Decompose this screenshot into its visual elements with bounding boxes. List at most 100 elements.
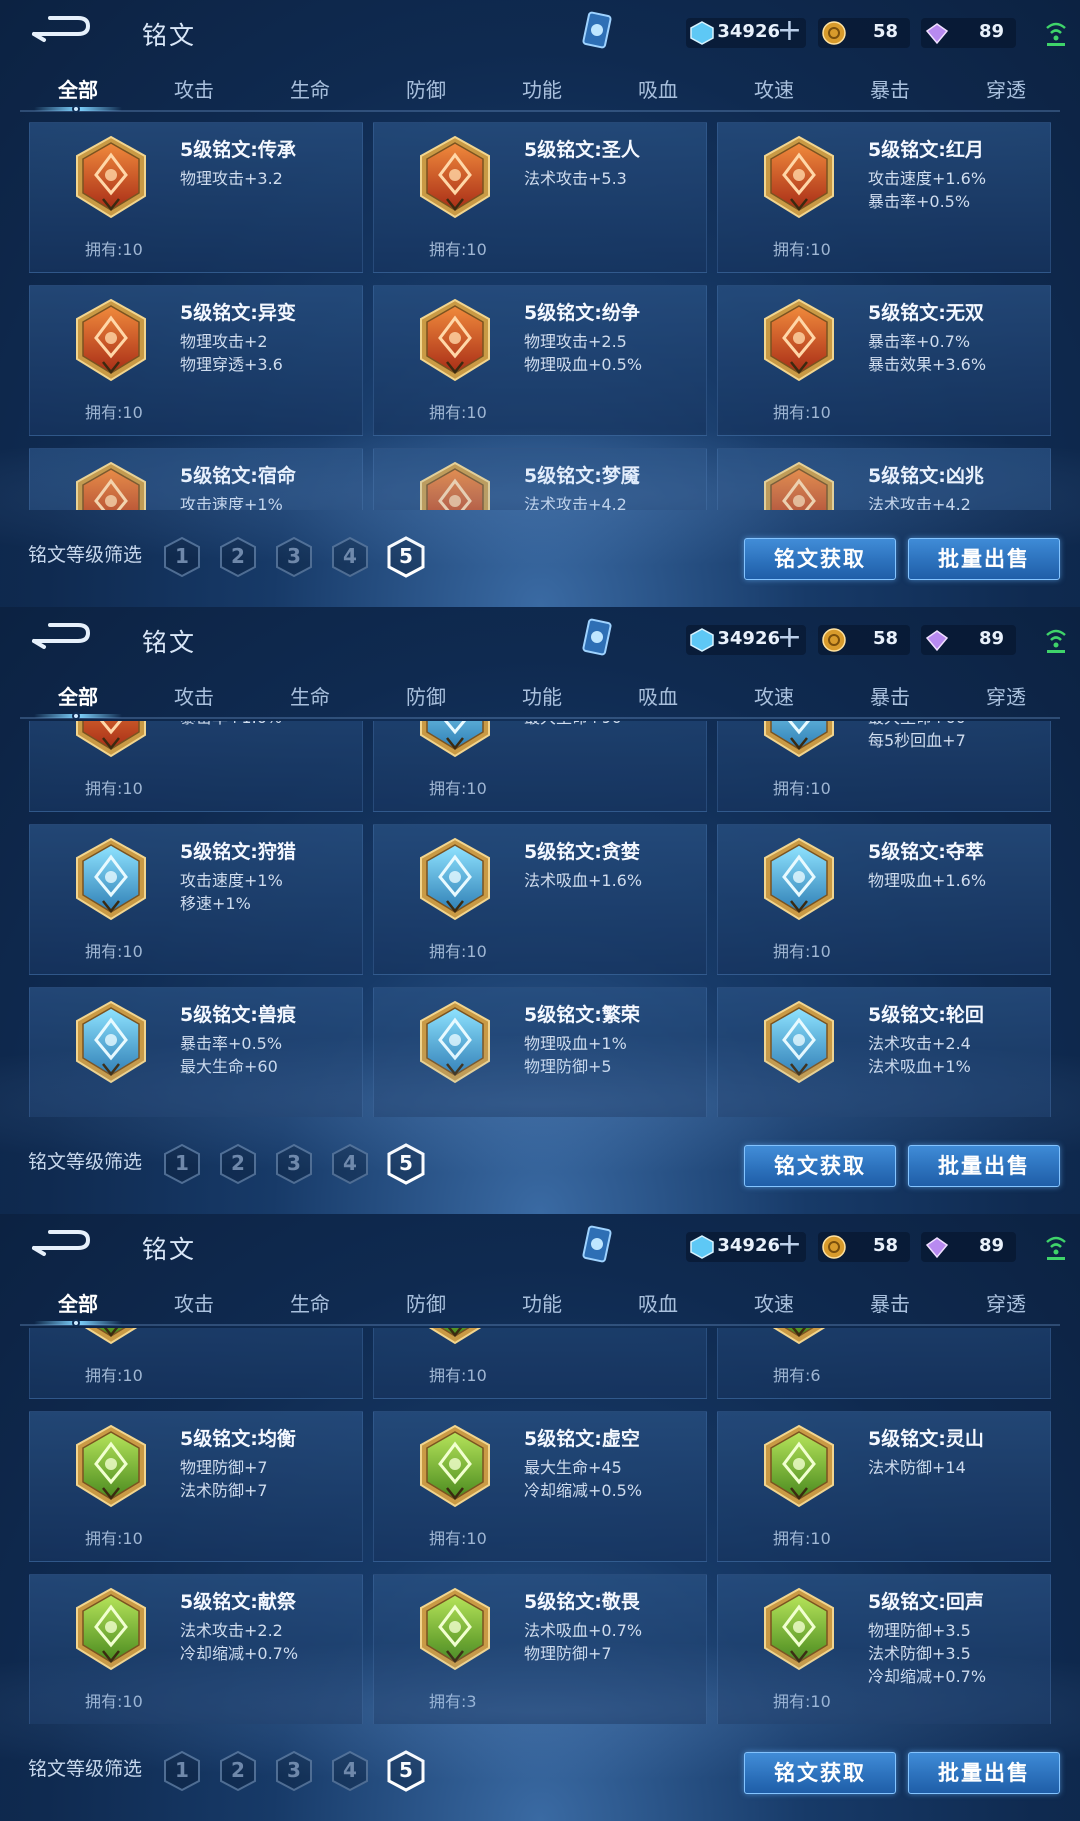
inscription-card[interactable]: 最大生命+60 每5秒回血+7 拥有:10 — [717, 721, 1051, 812]
bulk-sell-button[interactable]: 批量出售 — [908, 1752, 1060, 1794]
inscription-card-icon[interactable] — [580, 10, 614, 52]
level-filter-3[interactable]: 3 — [275, 1143, 313, 1185]
inscription-card[interactable]: 5级铭文:梦魇 法术攻击+4.2 — [373, 448, 707, 510]
inscription-green-icon — [762, 1424, 836, 1510]
tab-1[interactable]: 攻击 — [144, 681, 244, 710]
bulk-sell-button[interactable]: 批量出售 — [908, 1145, 1060, 1187]
stat-line: 法术攻击+4.2 — [524, 495, 627, 510]
level-filter-2[interactable]: 2 — [219, 536, 257, 578]
level-filter-5[interactable]: 5 — [387, 1143, 425, 1185]
add-diamond-button[interactable]: + — [777, 1230, 802, 1260]
tab-0[interactable]: 全部 — [28, 74, 128, 113]
level-filter-1[interactable]: 1 — [163, 1750, 201, 1792]
tab-3[interactable]: 防御 — [376, 74, 476, 103]
owned-count: 拥有:10 — [773, 1692, 831, 1711]
inscription-card[interactable]: 5级铭文:轮回 法术攻击+2.4 法术吸血+1% — [717, 987, 1051, 1117]
inscription-card-icon[interactable] — [580, 1224, 614, 1266]
inscription-card[interactable]: 法术穿透+6.4拥有:10 — [29, 1328, 363, 1399]
level-filter-4[interactable]: 4 — [331, 1750, 369, 1792]
level-filter-4[interactable]: 4 — [331, 536, 369, 578]
tab-7[interactable]: 暴击 — [840, 74, 940, 103]
inscription-green-icon — [418, 1587, 492, 1673]
inscription-card[interactable]: 暴击率+1.6% 拥有:10 — [29, 721, 363, 812]
bulk-sell-button[interactable]: 批量出售 — [908, 538, 1060, 580]
inscription-card[interactable]: 5级铭文:狩猎 攻击速度+1% 移速+1% 拥有:10 — [29, 824, 363, 975]
tab-1[interactable]: 攻击 — [144, 1288, 244, 1317]
tab-6[interactable]: 攻速 — [724, 74, 824, 103]
obtain-inscription-button[interactable]: 铭文获取 — [744, 538, 896, 580]
level-filter-3[interactable]: 3 — [275, 536, 313, 578]
back-button[interactable] — [30, 1228, 92, 1262]
tab-7[interactable]: 暴击 — [840, 681, 940, 710]
tab-8[interactable]: 穿透 — [956, 681, 1056, 710]
inscription-card[interactable]: 5级铭文:宿命 攻击速度+1% — [29, 448, 363, 510]
inscription-card[interactable]: 5级铭文:兽痕 暴击率+0.5% 最大生命+60 — [29, 987, 363, 1117]
tab-2[interactable]: 生命 — [260, 1288, 360, 1317]
inscription-card[interactable]: 拥有:10 — [373, 1328, 707, 1399]
tab-label: 穿透 — [986, 1292, 1026, 1316]
inscription-card[interactable]: 5级铭文:敬畏 法术吸血+0.7% 物理防御+7 拥有:3 — [373, 1574, 707, 1724]
level-filter-2[interactable]: 2 — [219, 1143, 257, 1185]
inscription-card[interactable]: 5级铭文:回声 物理防御+3.5 法术防御+3.5 冷却缩减+0.7% 拥有:10 — [717, 1574, 1051, 1724]
level-filter-4[interactable]: 4 — [331, 1143, 369, 1185]
inscription-card[interactable]: 5级铭文:夺萃 物理吸血+1.6% 拥有:10 — [717, 824, 1051, 975]
tab-5[interactable]: 吸血 — [608, 74, 708, 103]
level-filter-1[interactable]: 1 — [163, 536, 201, 578]
inscription-card[interactable]: 拥有:6 — [717, 1328, 1051, 1399]
tab-8[interactable]: 穿透 — [956, 1288, 1056, 1317]
level-number: 5 — [399, 1758, 413, 1782]
level-filter-2[interactable]: 2 — [219, 1750, 257, 1792]
add-diamond-button[interactable]: + — [777, 623, 802, 653]
inscription-stats: 攻击速度+1% — [180, 493, 283, 510]
inscription-card[interactable]: 5级铭文:纷争 物理攻击+2.5 物理吸血+0.5% 拥有:10 — [373, 285, 707, 436]
tab-4[interactable]: 功能 — [492, 1288, 592, 1317]
inscription-card[interactable]: 5级铭文:凶兆 法术攻击+4.2 — [717, 448, 1051, 510]
tab-4[interactable]: 功能 — [492, 681, 592, 710]
tab-5[interactable]: 吸血 — [608, 681, 708, 710]
inscription-card[interactable]: 5级铭文:传承 物理攻击+3.2 拥有:10 — [29, 122, 363, 273]
level-filter-5[interactable]: 5 — [387, 536, 425, 578]
tab-6[interactable]: 攻速 — [724, 681, 824, 710]
inscription-card[interactable]: 5级铭文:无双 暴击率+0.7% 暴击效果+3.6% 拥有:10 — [717, 285, 1051, 436]
obtain-inscription-button[interactable]: 铭文获取 — [744, 1145, 896, 1187]
tab-1[interactable]: 攻击 — [144, 74, 244, 103]
tab-5[interactable]: 吸血 — [608, 1288, 708, 1317]
inscription-card[interactable]: 5级铭文:异变 物理攻击+2 物理穿透+3.6 拥有:10 — [29, 285, 363, 436]
tab-2[interactable]: 生命 — [260, 681, 360, 710]
add-diamond-button[interactable]: + — [777, 16, 802, 46]
inscription-card[interactable]: 5级铭文:灵山 法术防御+14 拥有:10 — [717, 1411, 1051, 1562]
back-button[interactable] — [30, 14, 92, 48]
tab-2[interactable]: 生命 — [260, 74, 360, 103]
gold-coin-icon — [822, 628, 846, 652]
inscription-stats: 法术攻击+4.2 — [868, 493, 971, 510]
level-filter-5[interactable]: 5 — [387, 1750, 425, 1792]
inscription-card[interactable]: 5级铭文:献祭 法术攻击+2.2 冷却缩减+0.7% 拥有:10 — [29, 1574, 363, 1724]
tab-4[interactable]: 功能 — [492, 74, 592, 103]
tab-7[interactable]: 暴击 — [840, 1288, 940, 1317]
level-filter-3[interactable]: 3 — [275, 1750, 313, 1792]
owned-count: 拥有:10 — [429, 403, 487, 422]
back-button[interactable] — [30, 621, 92, 655]
inscription-card-icon[interactable] — [580, 617, 614, 659]
inscription-card[interactable]: 5级铭文:圣人 法术攻击+5.3 拥有:10 — [373, 122, 707, 273]
tab-6[interactable]: 攻速 — [724, 1288, 824, 1317]
inscription-card[interactable]: 5级铭文:红月 攻击速度+1.6% 暴击率+0.5% 拥有:10 — [717, 122, 1051, 273]
tab-3[interactable]: 防御 — [376, 1288, 476, 1317]
crystal-icon — [925, 21, 949, 45]
inscription-card[interactable]: 5级铭文:均衡 物理防御+7 法术防御+7 拥有:10 — [29, 1411, 363, 1562]
inscription-card[interactable]: 最大生命+90 拥有:10 — [373, 721, 707, 812]
tabs-divider — [20, 1324, 1060, 1326]
tab-0[interactable]: 全部 — [28, 1288, 128, 1327]
tab-3[interactable]: 防御 — [376, 681, 476, 710]
inscription-card[interactable]: 5级铭文:虚空 最大生命+45 冷却缩减+0.5% 拥有:10 — [373, 1411, 707, 1562]
tab-0[interactable]: 全部 — [28, 681, 128, 720]
tabs-divider — [20, 110, 1060, 112]
inscription-blue-icon — [762, 1000, 836, 1086]
inscription-card[interactable]: 5级铭文:贪婪 法术吸血+1.6% 拥有:10 — [373, 824, 707, 975]
stat-line: 物理攻击+2 — [180, 332, 268, 351]
obtain-inscription-button[interactable]: 铭文获取 — [744, 1752, 896, 1794]
level-filter-1[interactable]: 1 — [163, 1143, 201, 1185]
tab-8[interactable]: 穿透 — [956, 74, 1056, 103]
inscription-card[interactable]: 5级铭文:繁荣 物理吸血+1% 物理防御+5 — [373, 987, 707, 1117]
level-number: 4 — [343, 1151, 357, 1175]
